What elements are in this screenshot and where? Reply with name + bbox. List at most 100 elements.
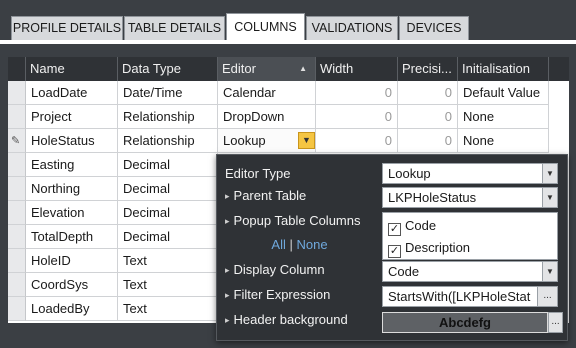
cell-data-type[interactable]: Decimal: [118, 225, 218, 249]
cell-width[interactable]: 0: [316, 129, 398, 153]
cell-editor[interactable]: Calendar: [218, 81, 316, 105]
cell-precision[interactable]: 0: [398, 105, 458, 129]
display-column-label[interactable]: ▸ Display Column: [225, 262, 325, 277]
row-selector[interactable]: [8, 177, 26, 201]
row-selector[interactable]: [8, 153, 26, 177]
cell-precision[interactable]: 0: [398, 129, 458, 153]
header-filler: [549, 57, 569, 81]
chevron-down-icon[interactable]: ▼: [542, 188, 557, 207]
filter-expression-label[interactable]: ▸ Filter Expression: [225, 287, 330, 302]
cell-data-type[interactable]: Text: [118, 297, 218, 321]
checklist-item-description[interactable]: ✓ Description: [388, 237, 470, 259]
checklist-item-code[interactable]: ✓ Code: [388, 215, 436, 237]
popup-table-columns-label[interactable]: ▸ Popup Table Columns: [225, 213, 360, 228]
select-none-link[interactable]: None: [297, 237, 328, 252]
header-name[interactable]: Name: [26, 57, 118, 81]
filter-expression-ellipsis-button[interactable]: ...: [537, 286, 558, 307]
popup-columns-checklist: ✓ Code ✓ Description: [382, 212, 558, 260]
cell-data-type[interactable]: Date/Time: [118, 81, 218, 105]
parent-table-select[interactable]: LKPHoleStatus ▼: [382, 187, 558, 208]
expand-caret-icon: ▸: [225, 290, 230, 300]
cell-name[interactable]: Elevation: [26, 201, 118, 225]
expand-caret-icon: ▸: [225, 265, 230, 275]
expand-caret-icon: ▸: [225, 191, 230, 201]
cell-initialisation[interactable]: None: [458, 105, 549, 129]
table-row-editing[interactable]: ✎ HoleStatus Relationship Lookup ▼ 0 0 N…: [8, 129, 569, 153]
row-selector[interactable]: [8, 81, 26, 105]
filter-expression-label-text: Filter Expression: [233, 287, 331, 302]
header-background-label[interactable]: ▸ Header background: [225, 312, 348, 327]
cell-name[interactable]: HoleStatus: [26, 129, 118, 153]
cell-data-type[interactable]: Decimal: [118, 201, 218, 225]
display-column-select[interactable]: Code ▼: [382, 261, 558, 282]
checklist-item-label: Description: [405, 240, 471, 255]
cell-name[interactable]: Project: [26, 105, 118, 129]
editor-type-select[interactable]: Lookup ▼: [382, 163, 558, 184]
tab-table-details[interactable]: TABLE DETAILS: [124, 16, 225, 40]
select-all-link[interactable]: All: [271, 237, 285, 252]
checklist-item-label: Code: [405, 218, 437, 233]
row-selector[interactable]: [8, 201, 26, 225]
expand-caret-icon: ▸: [225, 315, 230, 325]
chevron-down-icon[interactable]: ▼: [298, 132, 315, 149]
cell-data-type[interactable]: Relationship: [118, 129, 218, 153]
cell-data-type[interactable]: Relationship: [118, 105, 218, 129]
header-editor[interactable]: Editor ▲: [218, 57, 316, 81]
tab-underline: [0, 40, 576, 44]
cell-name[interactable]: LoadDate: [26, 81, 118, 105]
row-selector[interactable]: ✎: [8, 129, 26, 153]
cell-name[interactable]: Northing: [26, 177, 118, 201]
header-editor-label: Editor: [222, 61, 256, 76]
expand-caret-icon: ▸: [225, 216, 230, 226]
tab-devices[interactable]: DEVICES: [399, 16, 469, 40]
row-selector[interactable]: [8, 249, 26, 273]
tab-profile-details[interactable]: PROFILE DETAILS: [11, 16, 123, 40]
parent-table-label[interactable]: ▸ Parent Table: [225, 188, 306, 203]
tab-validations[interactable]: VALIDATIONS: [306, 16, 398, 40]
filter-expression-input[interactable]: StartsWith([LKPHoleStat: [382, 286, 538, 307]
header-data-type[interactable]: Data Type: [118, 57, 218, 81]
editor-type-label: Editor Type: [225, 166, 291, 181]
popup-table-columns-label-text: Popup Table Columns: [233, 213, 361, 228]
tab-columns[interactable]: COLUMNS: [226, 13, 305, 43]
row-selector[interactable]: [8, 273, 26, 297]
checkbox-checked-icon[interactable]: ✓: [388, 223, 401, 236]
cell-width[interactable]: 0: [316, 105, 398, 129]
cell-precision[interactable]: 0: [398, 81, 458, 105]
cell-name[interactable]: TotalDepth: [26, 225, 118, 249]
select-links: All | None: [217, 237, 382, 252]
checkbox-checked-icon[interactable]: ✓: [388, 245, 401, 258]
chevron-down-icon[interactable]: ▼: [542, 164, 557, 183]
header-background-label-text: Header background: [233, 312, 348, 327]
editor-type-value: Lookup: [388, 166, 431, 181]
header-background-ellipsis-button[interactable]: ...: [548, 312, 563, 333]
cell-data-type[interactable]: Decimal: [118, 153, 218, 177]
cell-name[interactable]: LoadedBy: [26, 297, 118, 321]
editor-settings-popup: Editor Type Lookup ▼ ▸ Parent Table LKPHo…: [216, 154, 568, 341]
header-precision[interactable]: Precisi...: [398, 57, 458, 81]
header-background-swatch[interactable]: Abcdefg: [382, 312, 548, 333]
cell-name[interactable]: CoordSys: [26, 273, 118, 297]
row-selector[interactable]: [8, 297, 26, 321]
cell-data-type[interactable]: Text: [118, 249, 218, 273]
cell-editor[interactable]: DropDown: [218, 105, 316, 129]
cell-initialisation[interactable]: Default Value: [458, 81, 549, 105]
cell-name[interactable]: Easting: [26, 153, 118, 177]
table-row[interactable]: Project Relationship DropDown 0 0 None: [8, 105, 569, 129]
parent-table-value: LKPHoleStatus: [388, 190, 477, 205]
table-row[interactable]: LoadDate Date/Time Calendar 0 0 Default …: [8, 81, 569, 105]
cell-initialisation[interactable]: None: [458, 129, 549, 153]
sort-ascending-icon: ▲: [299, 64, 307, 73]
header-width[interactable]: Width: [316, 57, 398, 81]
cell-name[interactable]: HoleID: [26, 249, 118, 273]
header-initialisation[interactable]: Initialisation: [458, 57, 549, 81]
cell-width[interactable]: 0: [316, 81, 398, 105]
row-selector[interactable]: [8, 225, 26, 249]
cell-data-type[interactable]: Text: [118, 273, 218, 297]
cell-editor-active[interactable]: Lookup ▼: [218, 129, 316, 153]
chevron-down-icon[interactable]: ▼: [542, 262, 557, 281]
pencil-icon: ✎: [11, 135, 21, 147]
filter-expression-value: StartsWith([LKPHoleStat: [388, 289, 531, 304]
row-selector[interactable]: [8, 105, 26, 129]
cell-data-type[interactable]: Decimal: [118, 177, 218, 201]
